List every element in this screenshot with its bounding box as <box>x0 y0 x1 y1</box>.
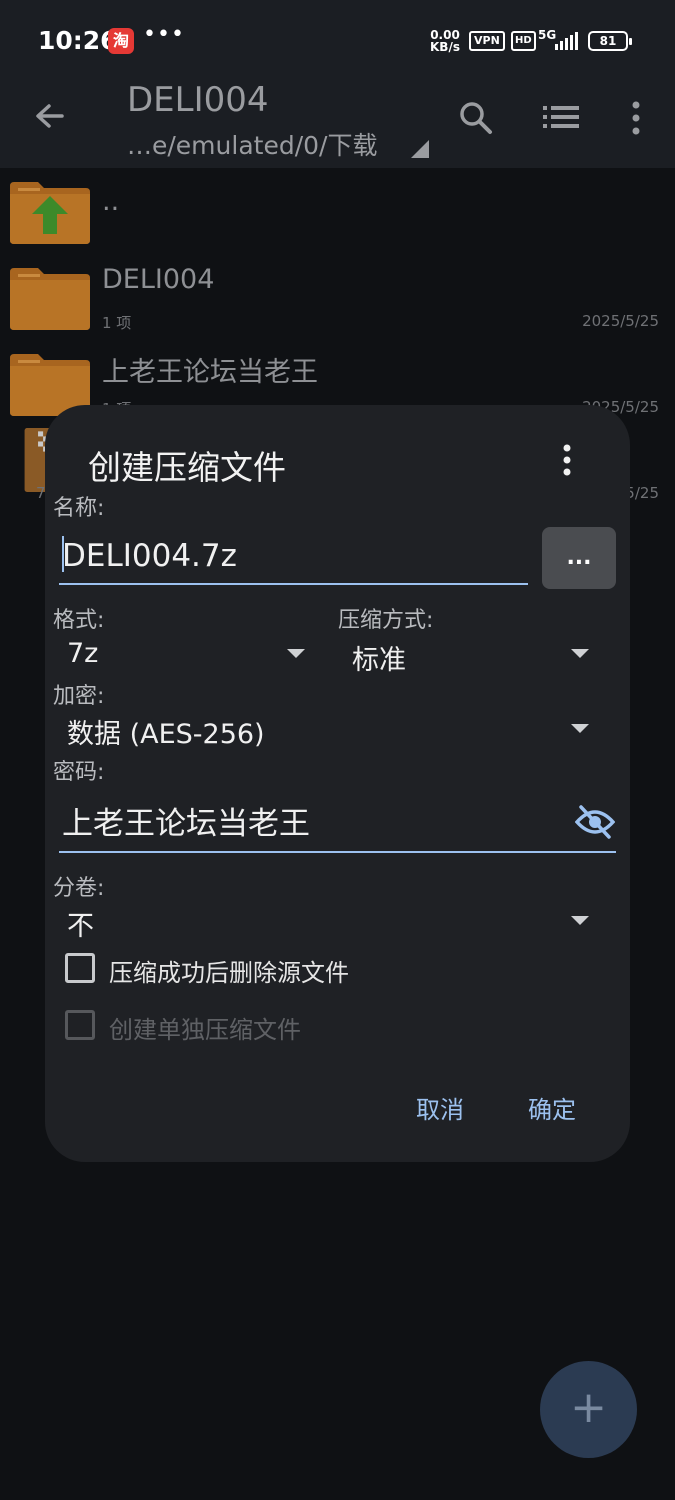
file-name: DELI004 <box>102 264 215 295</box>
network-speed-unit: KB/s <box>430 40 460 54</box>
password-label: 密码: <box>53 760 105 785</box>
status-bar: 10:26 淘 ••• 0.00 KB/s VPN HD 5G 81 <box>0 0 675 80</box>
add-fab-button[interactable]: + <box>540 1361 637 1458</box>
delete-source-label[interactable]: 压缩成功后删除源文件 <box>109 953 349 988</box>
file-date: 2025/5/25 <box>582 312 659 330</box>
back-arrow-icon[interactable] <box>32 98 68 134</box>
path-dropdown-icon[interactable] <box>411 140 429 158</box>
signal-icon <box>555 32 578 50</box>
dialog-overflow-menu-icon[interactable] <box>557 443 577 477</box>
volume-label: 分卷: <box>53 876 105 901</box>
search-icon[interactable] <box>458 100 494 136</box>
format-dropdown-icon[interactable] <box>287 649 305 658</box>
list-item[interactable]: DELI004 1 项 2025/5/25 <box>0 262 675 348</box>
format-label: 格式: <box>53 608 105 633</box>
taobao-notification-icon: 淘 <box>108 28 134 54</box>
separate-archive-label: 创建单独压缩文件 <box>109 1016 301 1044</box>
separate-archive-checkbox <box>65 1010 95 1040</box>
encryption-label: 加密: <box>53 684 105 709</box>
overflow-menu-icon[interactable] <box>622 100 650 136</box>
more-notifications-icon: ••• <box>143 22 185 47</box>
hd-icon: HD <box>511 31 536 51</box>
compression-select[interactable]: 标准 <box>352 638 406 677</box>
list-item-parent[interactable]: .. <box>0 176 675 262</box>
cancel-button[interactable]: 取消 <box>416 1090 464 1125</box>
folder-icon <box>10 268 90 330</box>
ok-button[interactable]: 确定 <box>528 1090 576 1125</box>
create-archive-dialog: 创建压缩文件 名称: DELI004.7z ... 格式: 7z 压缩方式: 标… <box>45 405 630 1162</box>
hide-password-icon[interactable] <box>575 804 615 840</box>
status-time: 10:26 <box>38 26 118 55</box>
file-meta: 1 项 <box>102 314 132 332</box>
parent-folder-icon <box>10 182 90 244</box>
file-name: 上老王论坛当老王 <box>102 357 318 388</box>
folder-title: DELI004 <box>127 80 269 120</box>
list-view-icon[interactable] <box>543 102 579 132</box>
encryption-dropdown-icon[interactable] <box>571 724 589 733</box>
volume-dropdown-icon[interactable] <box>571 916 589 925</box>
browse-button[interactable]: ... <box>542 527 616 589</box>
password-input[interactable]: 上老王论坛当老王 <box>59 795 616 853</box>
name-label: 名称: <box>53 496 105 521</box>
network-speed: 0.00 KB/s <box>430 29 460 53</box>
compression-label: 压缩方式: <box>338 608 434 633</box>
volume-select[interactable]: 不 <box>67 904 94 943</box>
compression-dropdown-icon[interactable] <box>571 649 589 658</box>
dialog-title: 创建压缩文件 <box>88 448 286 487</box>
file-name: .. <box>102 186 120 217</box>
archive-name-value: DELI004.7z <box>62 538 237 574</box>
battery-icon: 81 <box>588 31 632 51</box>
app-bar: DELI004 …e/emulated/0/下载 <box>0 80 675 168</box>
archive-name-input[interactable]: DELI004.7z <box>59 527 528 585</box>
delete-source-checkbox[interactable] <box>65 953 95 983</box>
network-type: 5G <box>538 28 557 42</box>
encryption-select[interactable]: 数据 (AES-256) <box>67 712 265 751</box>
path-breadcrumb[interactable]: …e/emulated/0/下载 <box>127 126 377 162</box>
vpn-icon: VPN <box>469 31 505 51</box>
format-select[interactable]: 7z <box>67 638 98 669</box>
